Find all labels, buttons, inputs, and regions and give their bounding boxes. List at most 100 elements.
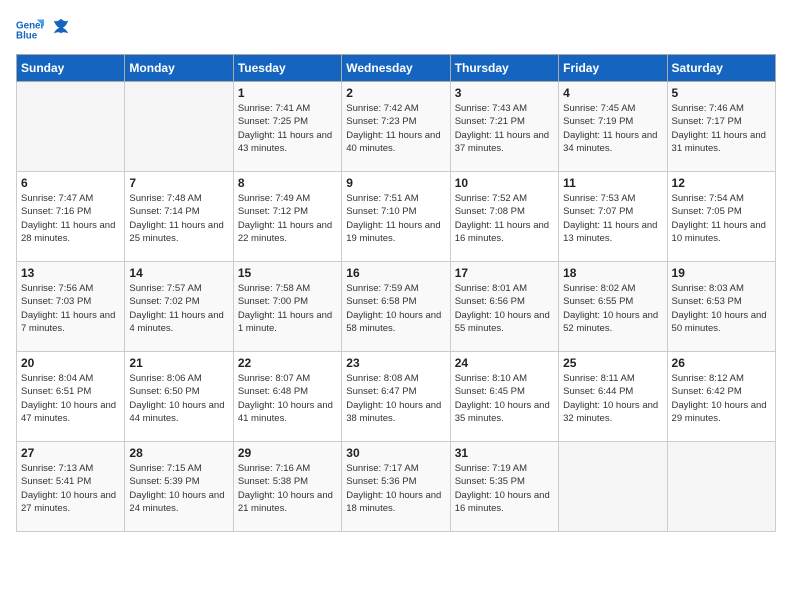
daylight-text: Daylight: 11 hours and 34 minutes. bbox=[563, 129, 662, 156]
day-detail: Sunrise: 7:45 AMSunset: 7:19 PMDaylight:… bbox=[563, 102, 662, 155]
day-number: 27 bbox=[21, 446, 120, 460]
day-number: 31 bbox=[455, 446, 554, 460]
calendar-cell: 12 Sunrise: 7:54 AMSunset: 7:05 PMDayligh… bbox=[667, 172, 775, 262]
day-detail: Sunrise: 8:06 AMSunset: 6:50 PMDaylight:… bbox=[129, 372, 228, 425]
daylight-text: Daylight: 10 hours and 24 minutes. bbox=[129, 489, 228, 516]
daylight-text: Daylight: 10 hours and 27 minutes. bbox=[21, 489, 120, 516]
day-detail: Sunrise: 7:19 AMSunset: 5:35 PMDaylight:… bbox=[455, 462, 554, 515]
calendar-cell: 6 Sunrise: 7:47 AMSunset: 7:16 PMDaylight… bbox=[17, 172, 125, 262]
calendar-cell: 16Sunrise: 7:59 AMSunset: 6:58 PMDayligh… bbox=[342, 262, 450, 352]
sunset-text: Sunset: 7:08 PM bbox=[455, 205, 554, 218]
sunset-text: Sunset: 6:50 PM bbox=[129, 385, 228, 398]
day-number: 3 bbox=[455, 86, 554, 100]
calendar-cell: 21 Sunrise: 8:06 AMSunset: 6:50 PMDayligh… bbox=[125, 352, 233, 442]
calendar-cell: 20Sunrise: 8:04 AMSunset: 6:51 PMDayligh… bbox=[17, 352, 125, 442]
day-number: 14 bbox=[129, 266, 228, 280]
day-detail: Sunrise: 7:49 AMSunset: 7:12 PMDaylight:… bbox=[238, 192, 337, 245]
sunset-text: Sunset: 6:42 PM bbox=[672, 385, 771, 398]
day-detail: Sunrise: 7:42 AMSunset: 7:23 PMDaylight:… bbox=[346, 102, 445, 155]
calendar-cell: 17 Sunrise: 8:01 AMSunset: 6:56 PMDayligh… bbox=[450, 262, 558, 352]
day-number: 26 bbox=[672, 356, 771, 370]
day-number: 28 bbox=[129, 446, 228, 460]
daylight-text: Daylight: 10 hours and 35 minutes. bbox=[455, 399, 554, 426]
sunset-text: Sunset: 7:12 PM bbox=[238, 205, 337, 218]
daylight-text: Daylight: 10 hours and 32 minutes. bbox=[563, 399, 662, 426]
sunset-text: Sunset: 5:39 PM bbox=[129, 475, 228, 488]
daylight-text: Daylight: 10 hours and 16 minutes. bbox=[455, 489, 554, 516]
day-detail: Sunrise: 8:12 AMSunset: 6:42 PMDaylight:… bbox=[672, 372, 771, 425]
sunrise-text: Sunrise: 8:08 AM bbox=[346, 372, 445, 385]
daylight-text: Daylight: 11 hours and 31 minutes. bbox=[672, 129, 771, 156]
sunrise-text: Sunrise: 7:54 AM bbox=[672, 192, 771, 205]
sunset-text: Sunset: 7:00 PM bbox=[238, 295, 337, 308]
calendar-week-row: 1Sunrise: 7:41 AMSunset: 7:25 PMDaylight… bbox=[17, 82, 776, 172]
sunset-text: Sunset: 7:05 PM bbox=[672, 205, 771, 218]
day-number: 13 bbox=[21, 266, 120, 280]
calendar-cell: 2Sunrise: 7:42 AMSunset: 7:23 PMDaylight… bbox=[342, 82, 450, 172]
sunrise-text: Sunrise: 7:48 AM bbox=[129, 192, 228, 205]
sunset-text: Sunset: 6:55 PM bbox=[563, 295, 662, 308]
day-number: 19 bbox=[672, 266, 771, 280]
sunset-text: Sunset: 7:19 PM bbox=[563, 115, 662, 128]
weekday-header-monday: Monday bbox=[125, 55, 233, 82]
sunset-text: Sunset: 5:38 PM bbox=[238, 475, 337, 488]
sunrise-text: Sunrise: 8:01 AM bbox=[455, 282, 554, 295]
sunrise-text: Sunrise: 7:16 AM bbox=[238, 462, 337, 475]
logo-wave-icon bbox=[52, 17, 70, 35]
calendar-cell: 18Sunrise: 8:02 AMSunset: 6:55 PMDayligh… bbox=[559, 262, 667, 352]
calendar-cell: 14Sunrise: 7:57 AMSunset: 7:02 PMDayligh… bbox=[125, 262, 233, 352]
sunset-text: Sunset: 7:07 PM bbox=[563, 205, 662, 218]
day-detail: Sunrise: 7:54 AMSunset: 7:05 PMDaylight:… bbox=[672, 192, 771, 245]
sunrise-text: Sunrise: 8:11 AM bbox=[563, 372, 662, 385]
day-detail: Sunrise: 8:01 AMSunset: 6:56 PMDaylight:… bbox=[455, 282, 554, 335]
day-number: 8 bbox=[238, 176, 337, 190]
logo-icon: General Blue bbox=[16, 16, 44, 44]
day-number: 5 bbox=[672, 86, 771, 100]
day-number: 25 bbox=[563, 356, 662, 370]
daylight-text: Daylight: 11 hours and 7 minutes. bbox=[21, 309, 120, 336]
sunrise-text: Sunrise: 7:47 AM bbox=[21, 192, 120, 205]
sunrise-text: Sunrise: 7:42 AM bbox=[346, 102, 445, 115]
daylight-text: Daylight: 10 hours and 58 minutes. bbox=[346, 309, 445, 336]
sunrise-text: Sunrise: 8:12 AM bbox=[672, 372, 771, 385]
calendar-table: SundayMondayTuesdayWednesdayThursdayFrid… bbox=[16, 54, 776, 532]
weekday-header-wednesday: Wednesday bbox=[342, 55, 450, 82]
sunrise-text: Sunrise: 7:17 AM bbox=[346, 462, 445, 475]
calendar-cell: 23 Sunrise: 8:08 AMSunset: 6:47 PMDayligh… bbox=[342, 352, 450, 442]
daylight-text: Daylight: 10 hours and 44 minutes. bbox=[129, 399, 228, 426]
day-number: 23 bbox=[346, 356, 445, 370]
calendar-cell: 10Sunrise: 7:52 AMSunset: 7:08 PMDayligh… bbox=[450, 172, 558, 262]
day-detail: Sunrise: 7:59 AMSunset: 6:58 PMDaylight:… bbox=[346, 282, 445, 335]
weekday-header-saturday: Saturday bbox=[667, 55, 775, 82]
calendar-cell: 29Sunrise: 7:16 AMSunset: 5:38 PMDayligh… bbox=[233, 442, 341, 532]
day-detail: Sunrise: 7:48 AMSunset: 7:14 PMDaylight:… bbox=[129, 192, 228, 245]
sunrise-text: Sunrise: 7:46 AM bbox=[672, 102, 771, 115]
sunrise-text: Sunrise: 8:04 AM bbox=[21, 372, 120, 385]
calendar-cell: 27Sunrise: 7:13 AMSunset: 5:41 PMDayligh… bbox=[17, 442, 125, 532]
day-detail: Sunrise: 7:15 AMSunset: 5:39 PMDaylight:… bbox=[129, 462, 228, 515]
calendar-cell: 13Sunrise: 7:56 AMSunset: 7:03 PMDayligh… bbox=[17, 262, 125, 352]
day-number: 20 bbox=[21, 356, 120, 370]
daylight-text: Daylight: 10 hours and 55 minutes. bbox=[455, 309, 554, 336]
calendar-cell: 11Sunrise: 7:53 AMSunset: 7:07 PMDayligh… bbox=[559, 172, 667, 262]
day-number: 22 bbox=[238, 356, 337, 370]
day-detail: Sunrise: 8:10 AMSunset: 6:45 PMDaylight:… bbox=[455, 372, 554, 425]
calendar-cell: 22Sunrise: 8:07 AMSunset: 6:48 PMDayligh… bbox=[233, 352, 341, 442]
day-number: 21 bbox=[129, 356, 228, 370]
day-detail: Sunrise: 7:16 AMSunset: 5:38 PMDaylight:… bbox=[238, 462, 337, 515]
day-detail: Sunrise: 8:08 AMSunset: 6:47 PMDaylight:… bbox=[346, 372, 445, 425]
day-number: 4 bbox=[563, 86, 662, 100]
daylight-text: Daylight: 11 hours and 37 minutes. bbox=[455, 129, 554, 156]
sunrise-text: Sunrise: 7:52 AM bbox=[455, 192, 554, 205]
sunrise-text: Sunrise: 7:49 AM bbox=[238, 192, 337, 205]
day-number: 6 bbox=[21, 176, 120, 190]
calendar-cell: 15Sunrise: 7:58 AMSunset: 7:00 PMDayligh… bbox=[233, 262, 341, 352]
day-detail: Sunrise: 7:47 AMSunset: 7:16 PMDaylight:… bbox=[21, 192, 120, 245]
day-number: 17 bbox=[455, 266, 554, 280]
calendar-cell: 30Sunrise: 7:17 AMSunset: 5:36 PMDayligh… bbox=[342, 442, 450, 532]
daylight-text: Daylight: 10 hours and 41 minutes. bbox=[238, 399, 337, 426]
day-number: 18 bbox=[563, 266, 662, 280]
calendar-cell bbox=[125, 82, 233, 172]
daylight-text: Daylight: 10 hours and 29 minutes. bbox=[672, 399, 771, 426]
day-number: 12 bbox=[672, 176, 771, 190]
